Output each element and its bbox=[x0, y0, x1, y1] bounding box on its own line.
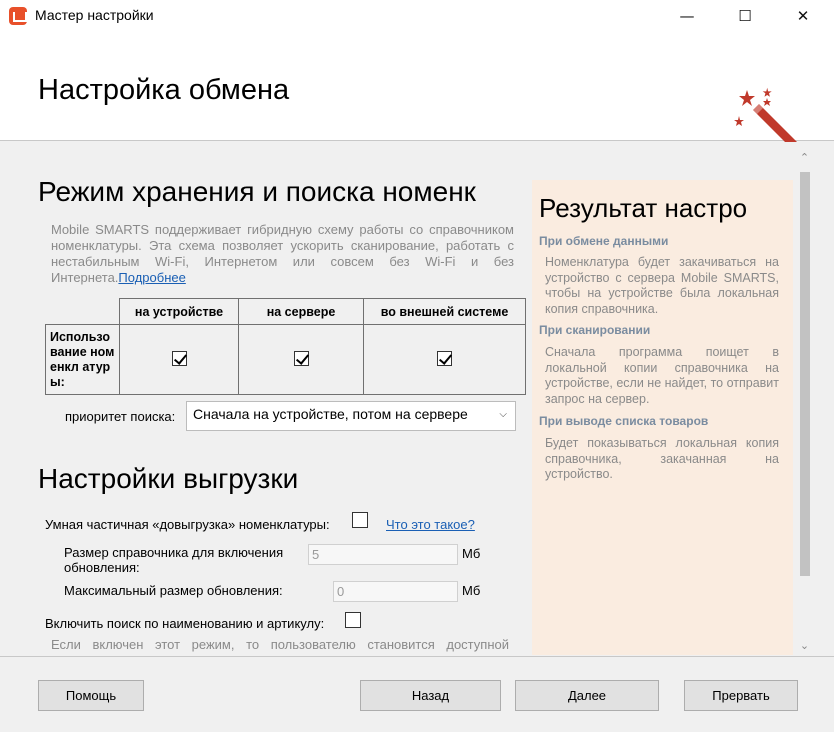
checkbox-on-server[interactable] bbox=[293, 350, 309, 366]
help-button[interactable]: Помощь bbox=[38, 680, 144, 711]
result-section-text: Сначала программа поищет в локальной коп… bbox=[545, 345, 780, 406]
more-link[interactable]: Подробнее bbox=[118, 270, 185, 285]
chevron-down-icon: ⌵ bbox=[499, 409, 507, 420]
scroll-thumb[interactable] bbox=[800, 172, 810, 576]
result-section-text: Будет показываться локальная копия справ… bbox=[545, 436, 779, 481]
size-input[interactable]: 5 bbox=[308, 544, 458, 565]
wizard-footer: Помощь Назад Далее Прервать bbox=[0, 656, 834, 732]
max-size-unit: Мб bbox=[462, 583, 481, 598]
usage-table: на устройстве на сервере во внешней сист… bbox=[45, 298, 526, 395]
priority-label: приоритет поиска: bbox=[65, 409, 176, 424]
priority-select[interactable]: Сначала на устройстве, потом на сервере … bbox=[186, 401, 516, 431]
name-search-hint: Если включен этот режим, то пользователю… bbox=[51, 637, 509, 652]
upload-heading: Настройки выгрузки bbox=[38, 463, 299, 494]
row-usage-label: Использо вание номенкл атуры: bbox=[45, 324, 120, 395]
storage-heading: Режим хранения и поиска номенк bbox=[38, 176, 476, 207]
result-section-heading: При сканировании bbox=[539, 323, 651, 337]
minimize-button[interactable]: — bbox=[664, 0, 710, 32]
cancel-button[interactable]: Прервать bbox=[684, 680, 798, 711]
name-search-label: Включить поиск по наименованию и артикул… bbox=[45, 616, 325, 631]
table-corner bbox=[45, 298, 120, 325]
wizard-header: Настройка обмена bbox=[0, 32, 834, 148]
title-bar: Мастер настройки — ☐ ✕ bbox=[0, 0, 834, 32]
size-label: Размер справочника для включения обновле… bbox=[64, 545, 284, 575]
checkbox-external[interactable] bbox=[437, 350, 452, 366]
app-icon bbox=[9, 7, 27, 25]
back-button[interactable]: Назад bbox=[360, 680, 501, 711]
scroll-down-icon[interactable]: ⌄ bbox=[795, 638, 814, 655]
result-section-text: Номенклатура будет закачиваться на устро… bbox=[545, 255, 779, 316]
max-size-label: Максимальный размер обновления: bbox=[64, 583, 283, 598]
result-title: Результат настро bbox=[539, 193, 748, 223]
checkbox-on-device[interactable] bbox=[171, 350, 187, 366]
col-on-device: на устройстве bbox=[119, 298, 239, 325]
vertical-scrollbar[interactable]: ⌃ ⌄ bbox=[795, 150, 814, 655]
storage-description: Mobile SMARTS поддерживает гибридную схе… bbox=[51, 222, 514, 285]
result-panel: Результат настро При обмене данными Номе… bbox=[532, 180, 793, 655]
maximize-button[interactable]: ☐ bbox=[722, 0, 768, 32]
close-button[interactable]: ✕ bbox=[780, 0, 826, 32]
size-unit: Мб bbox=[462, 546, 481, 561]
smart-upload-label: Умная частичная «довыгрузка» номенклатур… bbox=[45, 517, 330, 532]
smart-upload-checkbox[interactable] bbox=[352, 512, 368, 528]
result-section-heading: При обмене данными bbox=[539, 234, 669, 248]
magic-wand-icon bbox=[734, 87, 797, 148]
scroll-up-icon[interactable]: ⌃ bbox=[795, 150, 814, 167]
next-button[interactable]: Далее bbox=[515, 680, 659, 711]
col-on-server: на сервере bbox=[238, 298, 364, 325]
page-title: Настройка обмена bbox=[38, 74, 290, 106]
name-search-checkbox[interactable] bbox=[345, 612, 361, 628]
max-size-input[interactable]: 0 bbox=[333, 581, 458, 602]
window-title: Мастер настройки bbox=[35, 7, 154, 23]
result-section-heading: При выводе списка товаров bbox=[539, 414, 709, 428]
what-is-this-link[interactable]: Что это такое? bbox=[386, 517, 475, 532]
priority-value: Сначала на устройстве, потом на сервере bbox=[193, 406, 468, 422]
col-external: во внешней системе bbox=[363, 298, 526, 325]
